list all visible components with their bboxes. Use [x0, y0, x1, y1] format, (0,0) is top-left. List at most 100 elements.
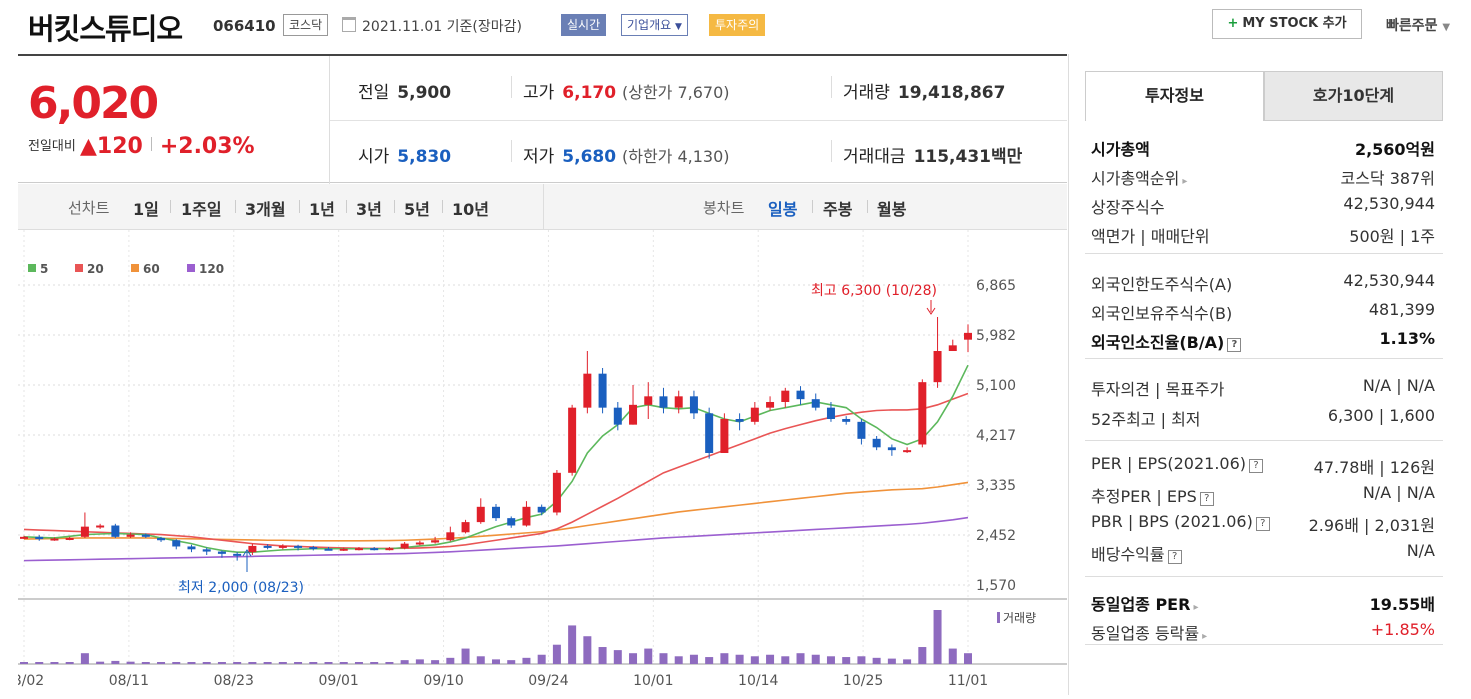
candle-body [126, 534, 135, 537]
tab-weekly[interactable]: 주봉 [823, 196, 852, 220]
volume-bar [674, 656, 683, 664]
y-tick-label: 1,570 [976, 578, 1016, 594]
volume: 거래량 19,418,867 [843, 83, 1006, 103]
legend-label: 120 [199, 262, 224, 276]
realtime-button[interactable]: 실시간 [561, 14, 607, 36]
company-overview-dropdown[interactable]: 기업개요 ▼ [621, 14, 688, 36]
candle-body [294, 545, 303, 548]
price-change: 전일대비 ▲120 +2.03% [28, 134, 255, 159]
info-value: 481,399 [1368, 300, 1435, 319]
tab-1d[interactable]: 1일 [133, 196, 159, 220]
info-row: 액면가 | 매매단위 500원 | 1주 [1091, 223, 1435, 249]
volume-bar [446, 657, 455, 664]
candle-body [492, 506, 500, 519]
help-icon[interactable]: ? [1255, 517, 1270, 531]
x-tick-label: 10/25 [843, 673, 883, 689]
volume-bar [796, 653, 805, 664]
candle-body [613, 407, 622, 425]
help-icon[interactable]: ? [1249, 459, 1263, 473]
candle-body [887, 447, 896, 451]
x-tick-label: 09/10 [423, 673, 463, 689]
volume-legend-label: 거래량 [1003, 611, 1036, 625]
candle-body [65, 537, 74, 540]
stock-code: 066410 [213, 17, 276, 35]
info-value: N/A | N/A [1362, 376, 1435, 395]
tab-3y[interactable]: 3년 [356, 196, 382, 220]
tab-investment-info[interactable]: 투자정보 [1085, 71, 1264, 121]
volume-bar [354, 662, 363, 664]
info-label: 동일업종 등락률 ▸ [1091, 624, 1208, 643]
volume-bar [705, 657, 714, 664]
candle-body [674, 396, 683, 408]
tab-1y[interactable]: 1년 [309, 196, 335, 220]
candle-body [918, 382, 927, 445]
x-tick-label: 09/24 [528, 673, 568, 689]
candle-body [324, 548, 333, 551]
volume-bar [172, 662, 181, 664]
tab-daily[interactable]: 일봉 [768, 196, 797, 220]
tab-3m[interactable]: 3개월 [245, 196, 286, 220]
legend-label: 60 [143, 262, 160, 276]
x-tick-label: 08/23 [214, 673, 254, 689]
legend-swatch [75, 264, 83, 272]
price-chart[interactable]: 6,865 5,982 5,100 4,217 3,335 2,452 1,570 08/02… [4, 230, 1067, 695]
info-value: +1.85% [1370, 620, 1435, 639]
candle-body [720, 418, 729, 453]
volume-bar [157, 662, 166, 664]
legend-swatch [187, 264, 195, 272]
stock-name: 버킷스튜디오 [28, 12, 183, 46]
tab-5y[interactable]: 5년 [404, 196, 430, 220]
plus-icon: + [1227, 16, 1239, 31]
volume-bar [370, 662, 379, 664]
tab-1w[interactable]: 1주일 [181, 196, 222, 220]
candle-body [400, 543, 409, 549]
volume-bar [613, 650, 622, 664]
volume-bar [263, 662, 272, 664]
volume-bar [461, 648, 470, 664]
chart-period-tabs: 선차트 1일 1주일 3개월 1년 3년 5년 10년 봉차트 일봉 주봉 월봉 [18, 184, 1067, 230]
info-label: 투자의견 | 목표주가 [1091, 380, 1225, 399]
candle-body [552, 472, 561, 513]
volume-bar [629, 653, 638, 664]
info-value: 42,530,944 [1343, 271, 1435, 290]
ma5-line [23, 364, 969, 553]
candle-body [278, 545, 287, 548]
info-value: 코스닥 387위 [1340, 169, 1435, 188]
candle-body [568, 407, 577, 473]
volume-bar [857, 656, 866, 664]
chevron-right-icon[interactable]: ▸ [1202, 631, 1207, 642]
chevron-right-icon[interactable]: ▸ [1193, 602, 1198, 613]
help-icon[interactable]: ? [1227, 338, 1242, 352]
tab-orderbook[interactable]: 호가10단계 [1264, 71, 1443, 121]
tab-monthly[interactable]: 월봉 [877, 196, 906, 220]
chevron-right-icon[interactable]: ▸ [1182, 176, 1187, 187]
candle-body [507, 518, 516, 526]
info-row: 투자의견 | 목표주가 N/A | N/A [1091, 376, 1435, 402]
volume-bar [96, 661, 105, 664]
info-value: 19.55배 [1369, 595, 1435, 614]
help-icon[interactable]: ? [1167, 550, 1182, 564]
info-value: 2,560억원 [1354, 140, 1435, 159]
info-row: 시가총액순위 ▸ 코스닥 387위 [1091, 165, 1435, 191]
candle-body [446, 532, 455, 541]
volume-bar [339, 662, 348, 664]
volume-bar [750, 656, 759, 664]
x-tick-label: 09/01 [318, 673, 358, 689]
high-annotation: 최고 6,300 (10/28) [811, 283, 937, 299]
candle-body [598, 373, 607, 408]
info-label: 추정PER | EPS? [1091, 483, 1214, 507]
warning-badge: 투자주의 [709, 14, 766, 36]
tab-10y[interactable]: 10년 [452, 196, 489, 220]
add-mystock-button[interactable]: + MY STOCK 추가 [1212, 9, 1362, 39]
volume-bar [522, 657, 531, 664]
info-value: N/A [1406, 541, 1435, 560]
info-label: 52주최고 | 최저 [1091, 410, 1201, 429]
stock-header: 버킷스튜디오 066410 코스닥 2021.11.01 기준(장마감) 실시간… [0, 0, 1471, 48]
volume-bar [735, 654, 744, 664]
info-row: PBR | BPS (2021.06)? 2.96배 | 2,031원 [1091, 512, 1435, 538]
volume-bar [65, 662, 74, 664]
y-tick-label: 4,217 [976, 428, 1016, 444]
info-value: 47.78배 | 126원 [1313, 458, 1435, 477]
help-icon[interactable]: ? [1199, 492, 1214, 506]
quick-order-button[interactable]: 빠른주문 ▼ [1386, 15, 1450, 35]
